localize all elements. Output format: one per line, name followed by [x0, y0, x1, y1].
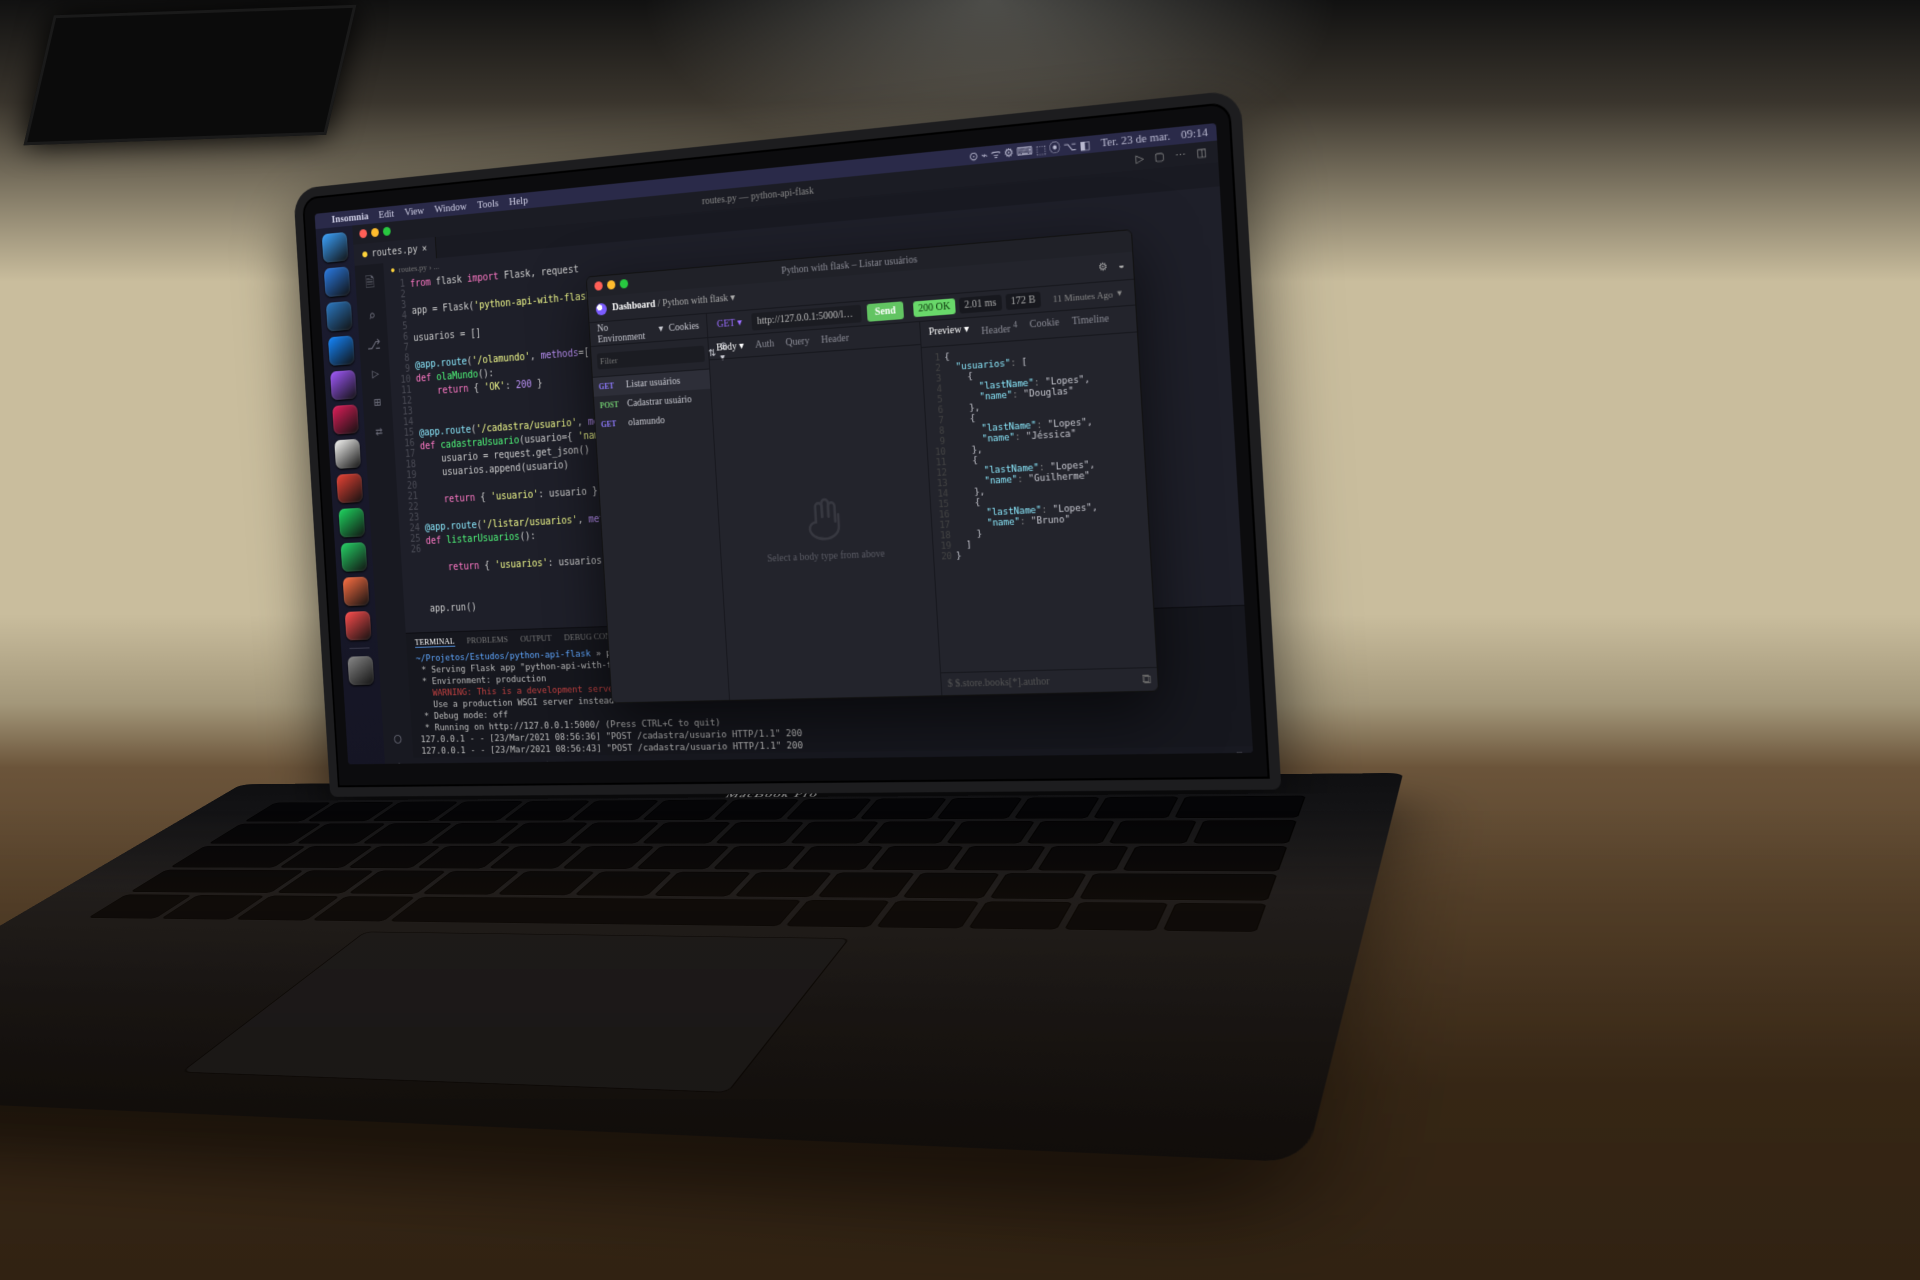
method-tag: POST [600, 400, 622, 410]
laptop-base [0, 773, 1403, 1163]
insomnia-logo-icon[interactable] [596, 302, 608, 315]
method-tag: GET [601, 419, 623, 429]
run-split-icon[interactable]: ▢ [1154, 151, 1165, 164]
dock-chrome-icon[interactable] [336, 473, 363, 503]
minimize-icon[interactable] [607, 280, 616, 290]
tab-query[interactable]: Query [785, 336, 810, 349]
menu-window[interactable]: Window [434, 201, 467, 216]
zoom-icon[interactable] [620, 279, 629, 289]
screen: Insomnia Edit View Window Tools Help ⊙ ⌁… [315, 123, 1253, 764]
size-badge: 172 B [1005, 291, 1041, 310]
tab-cookie[interactable]: Cookie [1029, 317, 1060, 334]
panel-tab-terminal[interactable]: TERMINAL [415, 636, 455, 648]
dock-trash-icon[interactable] [347, 656, 374, 685]
account-icon[interactable]: ◯ [394, 731, 402, 746]
tab-close-icon[interactable]: × [422, 243, 428, 254]
dock-app2-icon[interactable] [345, 611, 372, 641]
menubar-time[interactable]: 09:14 [1181, 126, 1209, 142]
breadcrumb-text: routes.py › ... [398, 261, 439, 274]
request-label: Cadastrar usuário [627, 394, 692, 409]
dock-whatsapp-icon[interactable] [341, 542, 368, 572]
request-pane: Body ▾ Auth Query Header [708, 322, 942, 700]
layout-icon[interactable]: ◫ [1196, 146, 1207, 159]
menu-help[interactable]: Help [509, 194, 529, 208]
debug-icon[interactable]: ▷ [372, 366, 380, 382]
insomnia-window: Python with flask – Listar usuários Dash… [586, 229, 1159, 703]
filter-input[interactable] [597, 346, 705, 370]
python-file-icon: ● [362, 249, 368, 260]
trackpad [181, 932, 850, 1093]
response-pane: Preview ▾ Header 4 Cookie Timeline 12345… [920, 306, 1158, 696]
method-tag: GET [598, 381, 620, 391]
status-right[interactable]: Ln 11, Col 1 Spaces: 2 UTF-8 LF Python ⓘ [1075, 749, 1245, 764]
time-badge: 2.01 ms [959, 295, 1002, 314]
dock-separator [349, 647, 369, 649]
status-badge: 200 OK [913, 298, 956, 317]
menubar-app[interactable]: Insomnia [331, 210, 369, 225]
dock-finder-icon[interactable] [322, 232, 349, 263]
panel-tab-problems[interactable]: PROBLEMS [466, 634, 508, 646]
scm-icon[interactable]: ⎇ [367, 337, 382, 353]
send-button[interactable]: Send [866, 301, 904, 322]
dock-figma-icon[interactable] [330, 370, 357, 400]
empty-body-hint: Select a body type from above [767, 548, 885, 564]
menu-edit[interactable]: Edit [378, 208, 394, 221]
panel-tab-output[interactable]: OUTPUT [520, 633, 552, 645]
method-selector[interactable]: GET ▾ [713, 315, 747, 333]
time-ago[interactable]: 11 Minutes Ago ▾ [1046, 287, 1128, 305]
dock-notion-icon[interactable] [334, 439, 361, 469]
remote-icon[interactable]: ⇄ [375, 424, 383, 440]
breadcrumb: Dashboard / Python with flask ▾ [612, 292, 736, 313]
explorer-icon[interactable]: 🗎 [365, 272, 376, 296]
zoom-icon[interactable] [383, 227, 391, 236]
account-icon[interactable]: ◒ [1118, 260, 1125, 272]
laptop-scene: Insomnia Edit View Window Tools Help ⊙ ⌁… [0, 0, 1920, 1280]
python-file-icon: ● [390, 265, 395, 275]
gear-icon[interactable]: ⚙ [396, 760, 404, 765]
tab-timeline[interactable]: Timeline [1072, 313, 1110, 331]
cookies-link[interactable]: Cookies [668, 321, 699, 334]
tab-body[interactable]: Body ▾ [716, 341, 744, 354]
jsonpath-input[interactable]: $ $.store.books[*].author [947, 674, 1136, 690]
search-icon[interactable]: ⌕ [368, 308, 376, 324]
extensions-icon[interactable]: ⊞ [373, 395, 381, 411]
request-label: olamundo [628, 415, 665, 428]
minimize-icon[interactable] [371, 228, 379, 237]
chevron-down-icon[interactable]: ▾ [658, 323, 663, 334]
crumb-workspace[interactable]: Python with flask [662, 293, 728, 309]
tab-auth[interactable]: Auth [755, 338, 775, 351]
close-icon[interactable] [359, 229, 367, 238]
copy-icon[interactable]: ⧉ [1142, 671, 1152, 687]
run-more-icon[interactable]: ⋯ [1175, 149, 1186, 162]
close-icon[interactable] [594, 281, 603, 291]
menu-tools[interactable]: Tools [477, 197, 499, 211]
tab-preview[interactable]: Preview ▾ [928, 324, 969, 342]
dock-safari-icon[interactable] [324, 266, 351, 297]
crumb-dashboard[interactable]: Dashboard [612, 299, 656, 314]
run-play-icon[interactable]: ▷ [1135, 153, 1144, 166]
dock-xcode-icon[interactable] [328, 335, 355, 366]
dock-app-icon[interactable] [343, 577, 370, 607]
env-selector[interactable]: No Environment [597, 319, 654, 345]
menu-view[interactable]: View [404, 205, 424, 219]
tab-res-header[interactable]: Header 4 [981, 320, 1018, 338]
dock-vscode-icon[interactable] [326, 301, 353, 332]
tab-header[interactable]: Header [821, 333, 850, 346]
response-json[interactable]: 1234567891011121314151617181920 { "usuar… [922, 333, 1157, 672]
request-label: Listar usuários [626, 376, 681, 391]
chevron-down-icon[interactable]: ▾ [730, 292, 735, 304]
dock-slack-icon[interactable] [332, 404, 359, 434]
settings-gear-icon[interactable]: ⚙ [1098, 261, 1108, 274]
keyboard [88, 796, 1306, 932]
hand-icon [798, 488, 849, 542]
tab-label: routes.py [371, 244, 418, 259]
laptop-lid: Insomnia Edit View Window Tools Help ⊙ ⌁… [293, 90, 1281, 797]
dock-spotify-icon[interactable] [338, 508, 365, 538]
request-sidebar: ⇅ ⊕ ▾ GET Listar usuários POST Cadastrar… [591, 338, 730, 702]
status-left[interactable]: Python 3.8.5 64-bit ('base': conda) ⊘ 0 … [420, 759, 592, 765]
